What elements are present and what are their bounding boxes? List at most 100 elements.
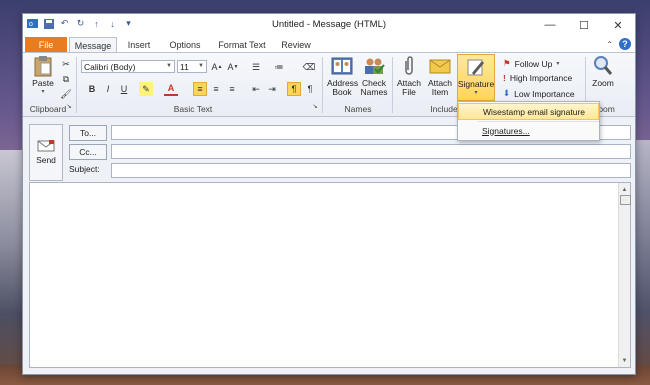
paperclip-icon — [398, 55, 420, 77]
tab-format-text[interactable]: Format Text — [213, 37, 271, 52]
menu-item-signatures[interactable]: Signatures... — [458, 122, 623, 139]
tab-options[interactable]: Options — [163, 37, 207, 52]
body-scrollbar[interactable]: ▲ ▼ — [618, 183, 631, 367]
attach-item-label: Attach Item — [427, 78, 453, 97]
send-envelope-icon — [37, 140, 55, 152]
outlook-message-window: o ↶ ↻ ↑ ↓ ▾ Untitled - Message (HTML) — … — [22, 13, 636, 375]
cc-field[interactable] — [111, 144, 631, 159]
font-size-combo[interactable]: 11 ▼ — [177, 60, 207, 73]
signature-pen-icon — [465, 56, 487, 78]
copy-icon[interactable]: ⧉ — [59, 72, 73, 86]
format-painter-icon[interactable]: 🖌 — [59, 87, 73, 101]
zoom-label: Zoom — [592, 78, 614, 88]
italic-button[interactable]: I — [101, 82, 115, 96]
menu-item-wisestamp-signature[interactable]: Wisestamp email signature — [458, 103, 599, 120]
numbering-icon[interactable]: ≔ — [272, 60, 286, 74]
scroll-up-icon[interactable]: ▲ — [620, 185, 629, 194]
close-button[interactable]: ✕ — [601, 14, 635, 36]
exclamation-icon: ! — [503, 73, 506, 83]
magnifier-icon — [592, 55, 614, 77]
send-label: Send — [36, 155, 56, 165]
grow-font-icon[interactable]: A ▲ — [210, 60, 224, 74]
align-left-icon[interactable]: ≡ — [193, 82, 207, 96]
paste-button[interactable]: Paste ▾ — [27, 55, 59, 97]
check-names-label: Check Names — [360, 78, 388, 97]
maximize-button[interactable]: ☐ — [567, 14, 601, 36]
ribbon-tabs: File Message Insert Options Format Text … — [23, 36, 635, 53]
flag-icon: ⚑ — [503, 58, 511, 68]
to-button[interactable]: To... — [69, 125, 107, 141]
decrease-indent-icon[interactable]: ⇤ — [249, 82, 263, 96]
scroll-down-icon[interactable]: ▼ — [620, 356, 629, 365]
collapse-ribbon-icon[interactable]: ⌃ — [606, 40, 613, 49]
signature-dropdown-menu: Wisestamp email signature Signatures... — [457, 101, 600, 141]
font-size-dropdown-icon: ▼ — [198, 63, 204, 69]
paste-dropdown-icon: ▾ — [41, 89, 45, 95]
signature-button[interactable]: Signature ▾ — [457, 54, 495, 101]
clipboard-icon — [32, 55, 54, 77]
check-names-icon — [363, 55, 385, 77]
tab-review[interactable]: Review — [275, 37, 317, 52]
down-arrow-blue-icon: ⬇ — [503, 88, 511, 98]
separator — [322, 57, 323, 113]
follow-up-label: Follow Up — [514, 58, 553, 69]
ruler-toggle-icon[interactable] — [620, 195, 631, 205]
attach-file-button[interactable]: Attach File — [395, 55, 423, 97]
font-size-value: 11 — [180, 61, 189, 72]
minimize-button[interactable]: — — [533, 14, 567, 36]
font-name-value: Calibri (Body) — [84, 61, 136, 72]
zoom-button[interactable]: Zoom — [589, 55, 617, 88]
increase-indent-icon[interactable]: ⇥ — [265, 82, 279, 96]
check-names-button[interactable]: Check Names — [359, 55, 389, 97]
separator — [76, 57, 77, 113]
address-book-icon — [331, 55, 353, 77]
title-bar: o ↶ ↻ ↑ ↓ ▾ Untitled - Message (HTML) — … — [23, 14, 635, 36]
envelope-icon — [429, 55, 451, 77]
follow-up-dropdown-icon: ▾ — [556, 61, 560, 67]
attach-file-label: Attach File — [396, 78, 422, 97]
names-group-label: Names — [344, 104, 372, 114]
highlight-icon[interactable]: ✎ — [139, 82, 153, 96]
font-color-icon[interactable]: A — [164, 82, 178, 96]
shrink-font-icon[interactable]: A ▼ — [226, 60, 240, 74]
basic-text-group-label: Basic Text — [173, 104, 213, 114]
ltr-icon[interactable]: ¶ — [287, 82, 301, 96]
tab-message[interactable]: Message — [69, 37, 117, 53]
paste-label: Paste — [32, 78, 54, 88]
tab-insert[interactable]: Insert — [119, 37, 159, 52]
message-body[interactable]: ▲ ▼ — [29, 182, 631, 368]
send-button[interactable]: Send — [29, 124, 63, 181]
include-group-label: Include — [430, 104, 458, 114]
follow-up-button[interactable]: ⚑ Follow Up ▾ — [503, 58, 559, 69]
low-importance-label: Low Importance — [514, 88, 575, 99]
align-right-icon[interactable]: ≡ — [225, 82, 239, 96]
rtl-icon[interactable]: ¶ — [303, 82, 317, 96]
tab-file[interactable]: File — [25, 37, 67, 52]
signature-dropdown-icon: ▾ — [474, 90, 478, 96]
font-name-dropdown-icon: ▼ — [166, 63, 172, 69]
high-importance-label: High Importance — [509, 73, 573, 83]
cut-icon[interactable]: ✂ — [59, 57, 73, 71]
help-icon[interactable]: ? — [619, 38, 631, 50]
cc-button[interactable]: Cc... — [69, 144, 107, 160]
bullets-icon[interactable]: ☰ — [249, 60, 263, 74]
address-book-label: Address Book — [327, 78, 359, 97]
separator — [392, 57, 393, 113]
window-controls: — ☐ ✕ — [533, 14, 635, 36]
underline-button[interactable]: U — [117, 82, 131, 96]
high-importance-button[interactable]: ! High Importance — [503, 73, 572, 83]
bold-button[interactable]: B — [85, 82, 99, 96]
subject-label: Subject: — [69, 164, 100, 174]
tab-row-right: ⌃ ? — [606, 38, 631, 50]
align-center-icon[interactable]: ≡ — [209, 82, 223, 96]
low-importance-button[interactable]: ⬇ Low Importance — [503, 88, 575, 99]
attach-item-button[interactable]: Attach Item — [425, 55, 455, 97]
subject-field[interactable] — [111, 163, 631, 178]
signature-label: Signature — [457, 79, 495, 89]
address-book-button[interactable]: Address Book — [325, 55, 359, 97]
basic-text-launcher-icon[interactable]: ↘ — [311, 102, 319, 110]
signature-button-inner: Signature ▾ — [458, 56, 494, 98]
font-name-combo[interactable]: Calibri (Body) ▼ — [81, 60, 175, 73]
clear-formatting-icon[interactable]: ⌫ — [302, 60, 316, 74]
clipboard-launcher-icon[interactable]: ↘ — [65, 102, 73, 110]
